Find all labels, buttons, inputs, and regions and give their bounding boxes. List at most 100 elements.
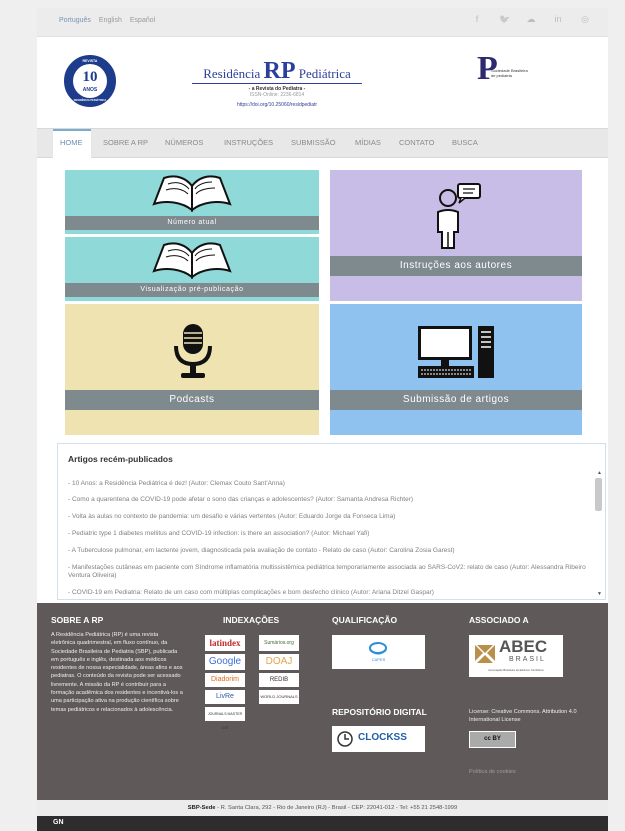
abec-icon (475, 645, 495, 663)
world-journals-logo[interactable]: WORLD JOURNALS (259, 690, 299, 704)
tile-submission-label: Submissão de artigos (330, 390, 582, 410)
lang-portuguese[interactable]: Português (59, 17, 91, 24)
redib-text: REDIB (269, 677, 289, 683)
capes-logo[interactable]: CAPES (332, 635, 425, 669)
person-speech-icon (437, 183, 481, 249)
clockss-text: CLOCKSS (358, 732, 407, 743)
address-bar: SBP-Sede - R. Santa Clara, 292 - Rio de … (37, 800, 608, 816)
tile-current-issue-label: Número atual (65, 216, 319, 230)
top-bar: Português English Español f 🐦 ☁ in ◎ (37, 8, 608, 37)
tile-current-issue[interactable]: Número atual (65, 170, 319, 234)
abec-text: ABEC (499, 637, 548, 656)
brand-left: Residência (203, 66, 261, 81)
recent-articles-heading: Artigos recém-publicados (68, 454, 173, 464)
facebook-icon[interactable]: f (472, 14, 482, 25)
capes-text: CAPES (371, 657, 386, 662)
abec-desc-text: Associação Brasileira de Editores Cientí… (488, 668, 544, 672)
journals-master-list-text: JOURNALS MASTER LIST (207, 712, 243, 730)
nav-numeros[interactable]: NÚMEROS (165, 138, 203, 147)
main-nav: HOME SOBRE A RP NÚMEROS INSTRUÇÕES SUBMI… (37, 128, 608, 159)
doi-link[interactable]: https://doi.org/10.25060/residpediatr (192, 102, 362, 108)
ten-years-badge[interactable]: REVISTA 10 ANOS RESIDÊNCIA PEDIÁTRICA (64, 55, 116, 107)
linkedin-icon[interactable]: in (553, 14, 563, 25)
latindex-logo[interactable]: latindex (205, 635, 245, 651)
badge-bottom-text: RESIDÊNCIA PEDIÁTRICA (73, 99, 107, 102)
redib-logo[interactable]: REDIB (259, 673, 299, 687)
article-link[interactable]: - COVID-19 em Pediatria: Relato de um ca… (68, 589, 588, 597)
nav-submissao[interactable]: SUBMISSÃO (291, 138, 336, 147)
diadorim-text: Diadorim (210, 676, 239, 683)
lang-english[interactable]: English (99, 17, 122, 24)
scroll-down-icon[interactable]: ▼ (597, 591, 602, 597)
lang-spanish[interactable]: Español (130, 17, 155, 24)
language-switcher: Português English Español (59, 17, 155, 24)
google-logo[interactable]: Google (205, 654, 245, 670)
tile-instructions[interactable]: Instruções aos autores (330, 170, 582, 301)
abec-logo[interactable]: ABEC BRASIL Associação Brasileira de Edi… (469, 635, 563, 677)
nav-instrucoes[interactable]: INSTRUÇÕES (224, 138, 273, 147)
brand-rp: RP (263, 58, 296, 84)
twitter-icon[interactable]: 🐦 (499, 14, 510, 25)
doaj-logo[interactable]: DOAJ (259, 654, 299, 670)
nav-contato[interactable]: CONTATO (399, 138, 434, 147)
license-text: License: Creative Commons. Attribution 4… (469, 709, 577, 724)
footer-index-title: INDEXAÇÕES (223, 615, 280, 625)
tile-podcasts[interactable]: Podcasts (65, 304, 319, 435)
header: REVISTA 10 ANOS RESIDÊNCIA PEDIÁTRICA Re… (37, 36, 608, 128)
page: Português English Español f 🐦 ☁ in ◎ REV… (37, 8, 608, 831)
nav-busca[interactable]: BUSCA (452, 138, 478, 147)
tile-submission[interactable]: Submissão de artigos (330, 304, 582, 435)
cookie-policy-link[interactable]: Política de cookies (469, 768, 516, 776)
cc-badge-text: cc BY (484, 736, 501, 742)
footer-qualification-title: QUALIFICAÇÃO (332, 615, 398, 625)
article-link[interactable]: - Volta às aulas no contexto de pandemia… (68, 513, 588, 521)
gn-logo[interactable]: GN (53, 819, 64, 826)
article-link[interactable]: - Como a quarentena de COVID-19 pode afe… (68, 496, 588, 504)
brand-right: Pediátrica (298, 66, 351, 81)
article-link[interactable]: - Manifestações cutâneas em paciente com… (68, 564, 588, 580)
tile-instructions-label: Instruções aos autores (330, 256, 582, 276)
microphone-icon (174, 324, 212, 378)
journal-title[interactable]: Residência RP Pediátrica - a Revista do … (192, 58, 362, 108)
address-label: SBP-Sede (187, 805, 216, 811)
badge-label: ANOS (82, 87, 98, 93)
sbp-logo[interactable]: P Sociedade Brasileira de pediatria (477, 51, 528, 91)
article-link[interactable]: - A Tuberculose pulmonar, em lactente jo… (68, 547, 588, 555)
latindex-text: latindex (209, 638, 241, 648)
nav-sobre[interactable]: SOBRE A RP (103, 138, 148, 147)
footer: SOBRE A RP A Residência Pediátrica (RP) … (37, 603, 608, 800)
sumarios-logo[interactable]: Sumários.org (259, 635, 299, 651)
nav-midias[interactable]: MÍDIAS (355, 138, 381, 147)
world-journals-text: WORLD JOURNALS (260, 694, 298, 699)
footer-associated-title: ASSOCIADO A (469, 615, 529, 625)
footer-repository-title: REPOSITÓRIO DIGITAL (332, 707, 427, 717)
article-link[interactable]: - Pediatric type 1 diabetes mellitus and… (68, 530, 588, 538)
nav-home[interactable]: HOME (60, 138, 83, 147)
cloud-icon[interactable]: ☁ (526, 14, 536, 25)
doaj-text: DOAJ (265, 656, 293, 667)
bottom-bar: GN (37, 816, 608, 831)
footer-about-text: A Residência Pediátrica (RP) é uma revis… (51, 632, 183, 713)
instagram-icon[interactable]: ◎ (580, 14, 590, 25)
clock-icon (337, 731, 353, 747)
computer-icon (418, 326, 494, 378)
social-links: f 🐦 ☁ in ◎ (472, 14, 590, 25)
clockss-logo[interactable]: CLOCKSS (332, 726, 425, 752)
livre-logo[interactable]: LivRe (205, 690, 245, 704)
sbp-text: Sociedade Brasileira de pediatria (491, 68, 528, 78)
badge-top-text: REVISTA (82, 59, 98, 63)
scroll-up-icon[interactable]: ▲ (597, 470, 602, 476)
address-text: - R. Santa Clara, 292 - Rio de Janeiro (… (215, 805, 458, 811)
badge-number: 10 (82, 69, 98, 85)
article-link[interactable]: - 10 Anos: a Residência Pediátrica é dez… (68, 480, 588, 488)
cc-by-badge[interactable]: cc BY (469, 731, 516, 748)
recent-articles-panel: Artigos recém-publicados - 10 Anos: a Re… (57, 443, 606, 600)
journals-master-list-logo[interactable]: JOURNALS MASTER LIST (205, 707, 245, 730)
livre-text: LivRe (216, 693, 234, 700)
tile-preview[interactable]: Visualização pré-publicação (65, 237, 319, 301)
tile-podcasts-label: Podcasts (65, 390, 319, 410)
diadorim-logo[interactable]: Diadorim (205, 673, 245, 687)
open-book-icon (152, 242, 232, 280)
scrollbar-thumb[interactable] (595, 478, 602, 511)
sumarios-text: Sumários.org (264, 640, 294, 646)
